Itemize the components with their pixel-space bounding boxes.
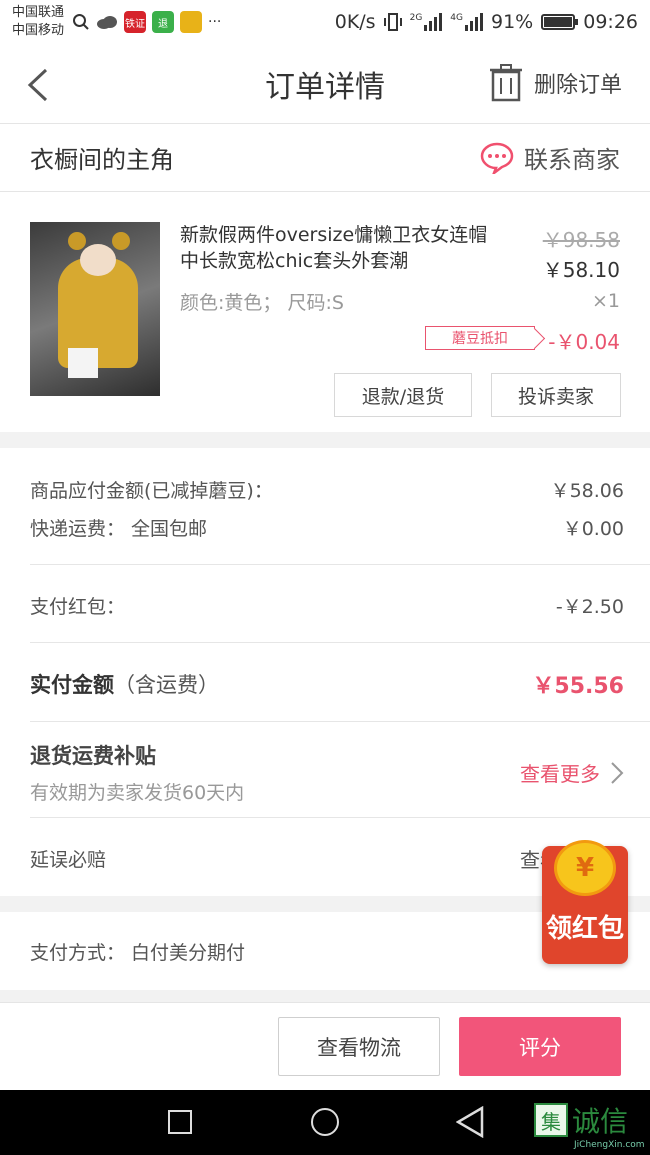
divider <box>30 721 650 722</box>
battery-icon <box>541 14 579 30</box>
clock: 09:26 <box>583 11 638 33</box>
product-image-ear-right <box>112 232 130 250</box>
shop-row: 衣橱间的主角 联系商家 <box>0 124 650 192</box>
more-notifications-icon: ··· <box>208 14 222 30</box>
product-image-ear-left <box>68 232 86 250</box>
network-4g-label: 4G <box>450 13 463 23</box>
amount-section: 商品应付金额(已减掉蘑豆)： ￥58.06 快递运费： 全国包邮 ￥0.00 支… <box>0 448 650 896</box>
payment-method-label: 支付方式： 白付美分期付 <box>30 941 246 964</box>
return-shipping-row[interactable]: 退货运费补贴 有效期为卖家发货60天内 查看更多 <box>30 740 624 805</box>
red-packet-label: 领红包 <box>545 914 624 944</box>
goods-amount-label: 商品应付金额(已减掉蘑豆)： <box>30 480 273 502</box>
app-badge-red-icon: 铁证 <box>124 11 147 33</box>
app-badge-green-icon: 退 <box>152 11 175 33</box>
view-logistics-button[interactable]: 查看物流 <box>278 1017 440 1076</box>
refund-button[interactable]: 退款/退货 <box>334 373 472 417</box>
red-packet-float-button[interactable]: ¥ 领红包 <box>542 840 628 964</box>
product-image[interactable] <box>30 222 160 396</box>
carrier-info: 中国联通 中国移动 <box>12 4 64 40</box>
chat-bubble-icon <box>480 142 514 174</box>
product-spec: 颜色:黄色； 尺码:S <box>180 292 344 314</box>
battery-percent: 91% <box>491 11 534 33</box>
total-label-text: 实付金额 <box>30 673 114 697</box>
network-speed: 0K/s <box>334 11 376 33</box>
total-value: ￥55.56 <box>532 674 624 699</box>
divider <box>30 817 650 818</box>
coin-icon: ¥ <box>554 840 616 896</box>
view-more-label: 查看更多 <box>520 762 600 786</box>
vibrate-icon <box>383 13 402 31</box>
total-row: 实付金额（含运费） ￥55.56 <box>30 668 624 700</box>
return-shipping-title: 退货运费补贴 <box>30 744 156 768</box>
goods-amount-row: 商品应付金额(已减掉蘑豆)： ￥58.06 <box>30 476 624 503</box>
status-right: 0K/s 2G 4G 91% 09:26 <box>335 11 638 33</box>
divider <box>30 642 650 643</box>
discount-tag: 蘑豆抵扣 <box>425 326 535 350</box>
divider <box>30 564 650 565</box>
watermark: 集 诚信 JiChengXin.com <box>534 1100 645 1150</box>
watermark-url: JiChengXin.com <box>574 1140 645 1150</box>
contact-seller-label: 联系商家 <box>524 146 620 174</box>
current-price: ￥58.10 <box>542 258 620 282</box>
carrier-1: 中国联通 <box>12 5 65 20</box>
discount-amount: -￥0.04 <box>548 330 620 354</box>
shop-name[interactable]: 衣橱间的主角 <box>30 140 174 175</box>
watermark-text: 诚信 <box>572 1105 629 1138</box>
trash-icon <box>489 64 522 102</box>
redpack-value: -￥2.50 <box>555 596 624 618</box>
product-image-bag <box>68 348 98 378</box>
delay-compensation-label: 延误必赔 <box>30 849 107 871</box>
delete-order-button[interactable]: 删除订单 <box>488 64 622 102</box>
shipping-value: ￥0.00 <box>562 518 624 540</box>
status-bar: 中国联通 中国移动 铁证 退 ··· 0K/s 2G 4G 91% 09:26 <box>0 0 650 44</box>
chevron-right-icon <box>611 761 624 784</box>
home-icon[interactable] <box>311 1108 339 1136</box>
notification-icons: 铁证 退 ··· <box>72 11 221 33</box>
search-icon <box>73 14 89 30</box>
back-triangle-icon[interactable] <box>456 1106 484 1138</box>
total-label-sub: （含运费） <box>114 673 219 697</box>
app-badge-yellow-icon <box>180 11 203 33</box>
redpack-label: 支付红包： <box>30 596 126 618</box>
delete-order-label: 删除订单 <box>533 73 622 98</box>
original-price: ￥98.58 <box>542 228 620 252</box>
rate-button[interactable]: 评分 <box>459 1017 621 1076</box>
bottom-action-bar: 查看物流 评分 <box>0 1002 650 1090</box>
network-2g-label: 2G <box>409 13 423 23</box>
total-label: 实付金额（含运费） <box>30 669 219 699</box>
delay-compensation-row[interactable]: 延误必赔 查看详情 <box>30 844 624 873</box>
product-image-face <box>80 244 116 276</box>
battery-fill <box>544 17 572 27</box>
return-shipping-subtitle: 有效期为卖家发货60天内 <box>30 782 245 804</box>
complain-seller-button[interactable]: 投诉卖家 <box>491 373 621 417</box>
quantity: ×1 <box>591 290 620 312</box>
carrier-2: 中国移动 <box>12 23 65 38</box>
shipping-label: 快递运费： 全国包邮 <box>30 518 208 540</box>
return-shipping-info: 退货运费补贴 有效期为卖家发货60天内 <box>30 740 244 805</box>
product-title: 新款假两件oversize慵懒卫衣女连帽中长款宽松chic套头外套潮 <box>180 224 488 272</box>
cloud-icon <box>97 16 118 29</box>
contact-seller-button[interactable]: 联系商家 <box>480 140 620 175</box>
watermark-logo-icon: 集 <box>534 1103 568 1137</box>
signal-4g-icon: 4G <box>450 13 483 31</box>
product-card[interactable]: 新款假两件oversize慵懒卫衣女连帽中长款宽松chic套头外套潮 颜色:黄色… <box>0 192 650 432</box>
recent-apps-icon[interactable] <box>168 1110 192 1134</box>
shipping-row: 快递运费： 全国包邮 ￥0.00 <box>30 514 624 541</box>
header: 订单详情 删除订单 <box>0 44 650 124</box>
goods-amount-value: ￥58.06 <box>550 480 624 502</box>
view-more-link[interactable]: 查看更多 <box>520 758 624 787</box>
signal-2g-icon: 2G <box>410 13 443 31</box>
redpack-row: 支付红包： -￥2.50 <box>30 592 624 619</box>
